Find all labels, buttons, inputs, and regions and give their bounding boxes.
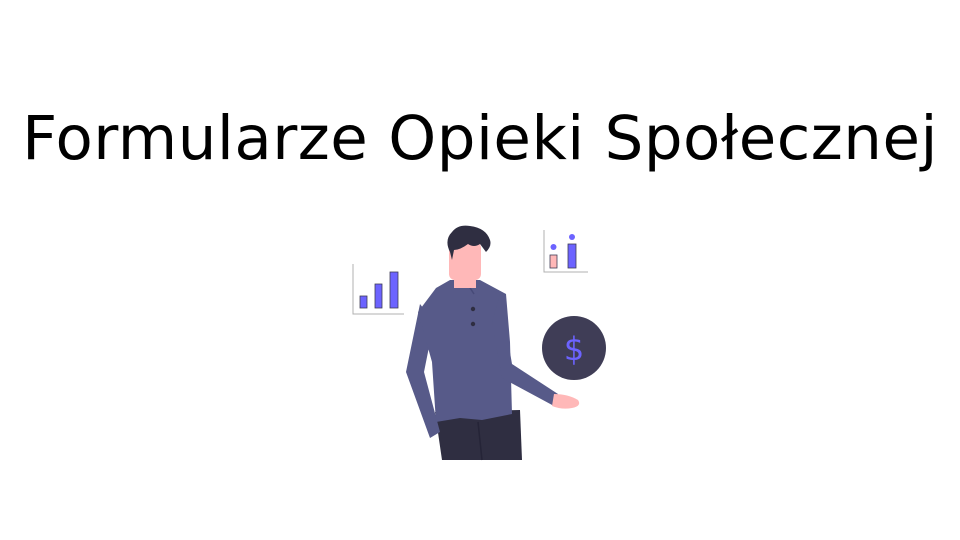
person-finance-illustration: $	[352, 225, 606, 461]
bar-chart-icon-right	[543, 230, 588, 273]
slide-title: Formularze Opieki Społecznej	[22, 103, 938, 174]
slide: Formularze Opieki Społecznej $	[0, 0, 960, 540]
coin-dollar-symbol: $	[564, 330, 584, 368]
dollar-coin-icon: $	[542, 316, 606, 380]
bar-chart-icon-left	[352, 264, 404, 315]
person-hand	[552, 394, 580, 409]
